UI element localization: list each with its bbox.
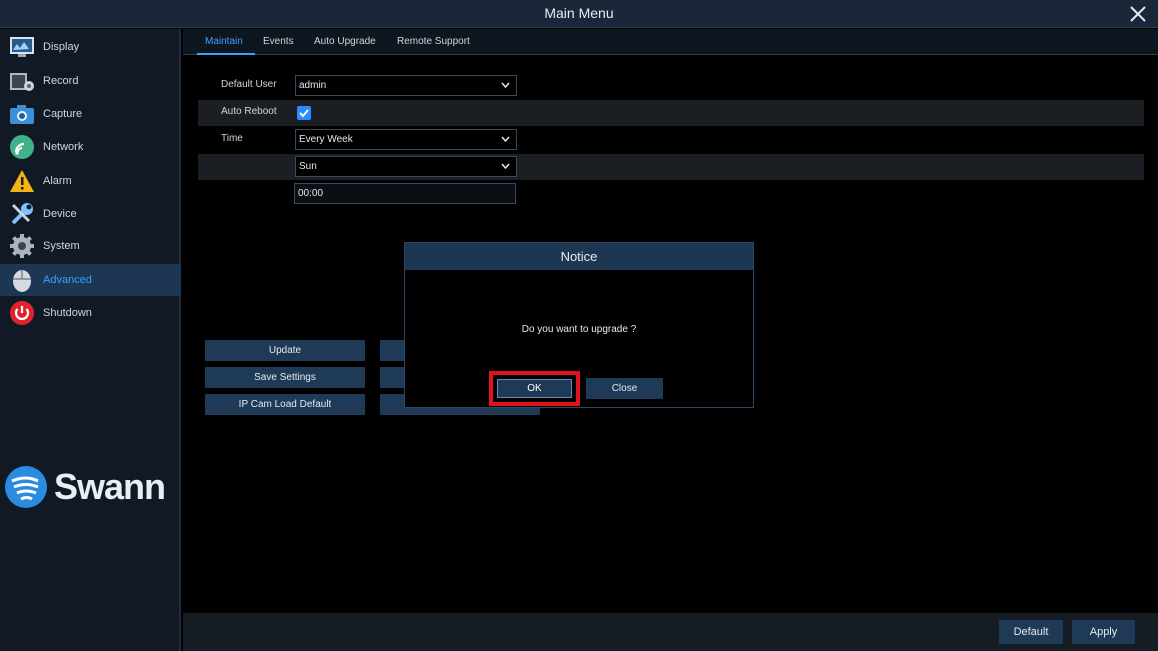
sidebar-item-device[interactable]: Device (0, 198, 181, 230)
auto-reboot-row (198, 100, 1144, 126)
time-frequency-select[interactable]: Every Week (295, 129, 517, 150)
sidebar-item-shutdown[interactable]: Shutdown (0, 297, 181, 329)
sidebar-item-network[interactable]: Network (0, 131, 181, 163)
capture-icon (9, 101, 35, 127)
tab-remote-support[interactable]: Remote Support (397, 36, 470, 47)
sidebar-item-label: Record (43, 75, 79, 87)
sidebar-item-label: Capture (43, 108, 83, 120)
apply-button[interactable]: Apply (1072, 620, 1135, 644)
tab-bar: Maintain Events Auto Upgrade Remote Supp… (183, 29, 1158, 55)
active-tab-indicator (197, 53, 255, 55)
ip-cam-load-default-button[interactable]: IP Cam Load Default (205, 394, 365, 415)
time-clock-input[interactable]: 00:00 (294, 183, 516, 204)
advanced-icon (9, 267, 35, 293)
sidebar-item-label: Network (43, 141, 84, 153)
sidebar-item-label: Device (43, 208, 77, 220)
display-icon (9, 34, 35, 60)
close-button[interactable]: Close (586, 378, 663, 399)
time-clock-value: 00:00 (298, 188, 324, 199)
device-icon (9, 201, 35, 227)
sidebar-item-label: Display (43, 41, 80, 53)
network-icon (9, 134, 35, 160)
default-button[interactable]: Default (999, 620, 1063, 644)
logo-wordmark: Swann (54, 466, 166, 507)
swann-logo-icon (5, 466, 47, 508)
record-icon (9, 68, 35, 94)
chevron-down-icon (501, 82, 510, 88)
default-user-select[interactable]: admin (295, 75, 517, 96)
sidebar-item-label: Alarm (43, 175, 72, 187)
default-user-value: admin (299, 80, 327, 91)
power-icon (9, 300, 35, 326)
title-bar: Main Menu (0, 0, 1158, 28)
sidebar: Display Record Capture Network Alarm Dev… (0, 29, 181, 651)
sidebar-item-capture[interactable]: Capture (0, 98, 181, 130)
tab-maintain[interactable]: Maintain (205, 36, 243, 47)
tab-auto-upgrade[interactable]: Auto Upgrade (314, 36, 376, 47)
ok-highlight-frame: OK (489, 371, 580, 406)
close-icon[interactable] (1128, 4, 1148, 24)
auto-reboot-label: Auto Reboot (221, 106, 277, 117)
sidebar-item-system[interactable]: System (0, 230, 181, 262)
time-day-value: Sun (299, 161, 317, 172)
sidebar-item-record[interactable]: Record (0, 65, 181, 97)
dialog-title: Notice (405, 243, 753, 270)
swann-logo: Swann (4, 465, 166, 509)
system-icon (9, 233, 35, 259)
sidebar-item-display[interactable]: Display (0, 31, 181, 63)
sidebar-item-advanced[interactable]: Advanced (0, 264, 181, 296)
sidebar-item-label: Advanced (43, 274, 92, 286)
time-frequency-value: Every Week (299, 134, 353, 145)
ok-button[interactable]: OK (497, 379, 572, 398)
chevron-down-icon (501, 136, 510, 142)
window-title: Main Menu (544, 5, 614, 21)
check-icon (299, 109, 309, 118)
sidebar-item-label: System (43, 240, 80, 252)
default-user-label: Default User (221, 79, 277, 90)
sidebar-item-label: Shutdown (43, 307, 92, 319)
chevron-down-icon (501, 163, 510, 169)
footer-bar: Default Apply (183, 613, 1158, 651)
tab-events[interactable]: Events (263, 36, 294, 47)
update-button[interactable]: Update (205, 340, 365, 361)
time-label: Time (221, 133, 243, 144)
time-day-select[interactable]: Sun (295, 156, 517, 177)
notice-dialog: Notice Do you want to upgrade ? OK Close (404, 242, 754, 408)
auto-reboot-checkbox[interactable] (297, 106, 311, 120)
sidebar-item-alarm[interactable]: Alarm (0, 165, 181, 197)
dialog-message: Do you want to upgrade ? (521, 324, 637, 335)
save-settings-button[interactable]: Save Settings (205, 367, 365, 388)
alarm-icon (9, 168, 35, 194)
